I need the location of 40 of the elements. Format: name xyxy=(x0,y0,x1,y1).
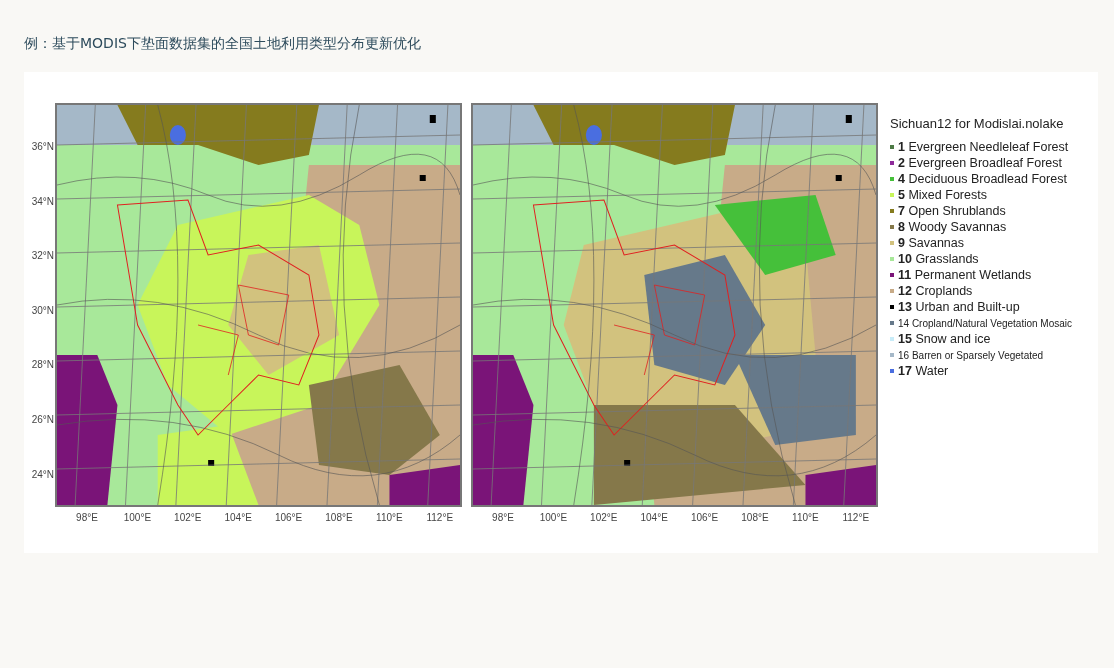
legend-label: 1 Evergreen Needleleaf Forest xyxy=(898,138,1069,156)
axis-tick-label: 104°E xyxy=(223,512,253,524)
axis-tick-label: 98°E xyxy=(75,512,99,524)
legend-label: 4 Deciduous Broadlead Forest xyxy=(898,170,1067,188)
legend-label: 16 Barren or Sparsely Vegetated xyxy=(898,348,1044,363)
axis-tick-label: 112°E xyxy=(425,512,455,524)
legend-label: 13 Urban and Built-up xyxy=(898,298,1020,316)
axis-tick-label: 24°N xyxy=(30,468,54,481)
legend-label: 10 Grasslands xyxy=(898,250,979,268)
legend-label: 5 Mixed Forests xyxy=(898,186,987,204)
axis-tick-label: 108°E xyxy=(324,512,354,524)
axis-tick-label: 102°E xyxy=(173,512,203,524)
axis-tick-label: 106°E xyxy=(273,512,304,524)
legend-label: 17 Water xyxy=(898,362,949,380)
axis-tick-label: 104°E xyxy=(639,512,669,524)
legend-label: 14 Cropland/Natural Vegetation Mosaic xyxy=(898,316,1072,331)
legend-label: 2 Evergreen Broadleaf Forest xyxy=(898,154,1062,172)
axis-tick-label: 110°E xyxy=(375,512,404,524)
axis-tick-label: 100°E xyxy=(538,512,569,524)
axis-tick-label: 102°E xyxy=(589,512,619,524)
axis-tick-label: 32°N xyxy=(30,250,54,263)
axis-tick-label: 30°N xyxy=(30,304,54,317)
legend-label: 11 Permanent Wetlands xyxy=(898,266,1032,284)
axis-tick-label: 110°E xyxy=(791,512,820,524)
axis-tick-label: 112°E xyxy=(841,512,871,524)
axis-tick-label: 34°N xyxy=(30,195,54,208)
axis-tick-label: 108°E xyxy=(740,512,770,524)
axis-tick-label: 100°E xyxy=(122,512,153,524)
legend-label: 12 Croplands xyxy=(898,282,973,300)
legend-title: Sichuan12 for Modislai.nolake xyxy=(890,116,1065,132)
axis-tick-label: 28°N xyxy=(30,359,54,372)
legend-label: 9 Savannas xyxy=(898,234,965,252)
legend-label: 7 Open Shrublands xyxy=(898,202,1006,220)
section-title: 例：基于MODIS下垫面数据集的全国土地利用类型分布更新优化 xyxy=(24,34,422,52)
legend-label: 15 Snow and ice xyxy=(898,330,991,348)
legend-label: 8 Woody Savannas xyxy=(898,218,1007,236)
axis-tick-label: 36°N xyxy=(30,141,54,153)
axis-tick-label: 98°E xyxy=(491,512,515,524)
axis-tick-label: 26°N xyxy=(30,414,54,426)
axis-tick-label: 106°E xyxy=(689,512,720,524)
